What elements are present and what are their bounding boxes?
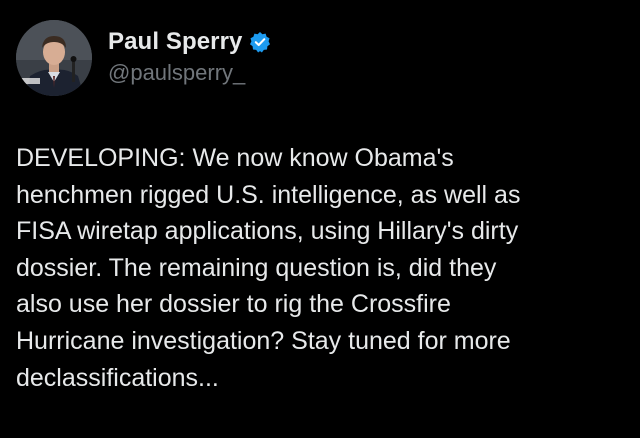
tweet-text-line: declassifications...: [16, 363, 219, 392]
tweet-header: Paul Sperry @paulsperry_: [16, 20, 271, 96]
author-avatar[interactable]: [16, 20, 92, 96]
tweet-text-line: dossier. The remaining question is, did …: [16, 253, 497, 282]
author-handle[interactable]: @paulsperry_: [108, 60, 271, 86]
tweet-text-line: henchmen rigged U.S. intelligence, as we…: [16, 180, 521, 209]
tweet-text-line: also use her dossier to rig the Crossfir…: [16, 290, 451, 319]
tweet-text-line: Hurricane investigation? Stay tuned for …: [16, 326, 511, 355]
display-name-row: Paul Sperry: [108, 26, 271, 58]
author-names: Paul Sperry @paulsperry_: [108, 26, 271, 86]
tweet-text-line: FISA wiretap applications, using Hillary…: [16, 217, 519, 246]
avatar-photo-icon: [16, 20, 92, 96]
author-display-name[interactable]: Paul Sperry: [108, 28, 243, 56]
tweet-text: DEVELOPING: We now know Obama's henchmen…: [16, 140, 626, 396]
verified-badge-icon: [249, 31, 271, 53]
tweet-card: Paul Sperry @paulsperry_ DEVELOPING: We …: [0, 0, 640, 438]
tweet-text-line: DEVELOPING: We now know Obama's: [16, 144, 454, 172]
